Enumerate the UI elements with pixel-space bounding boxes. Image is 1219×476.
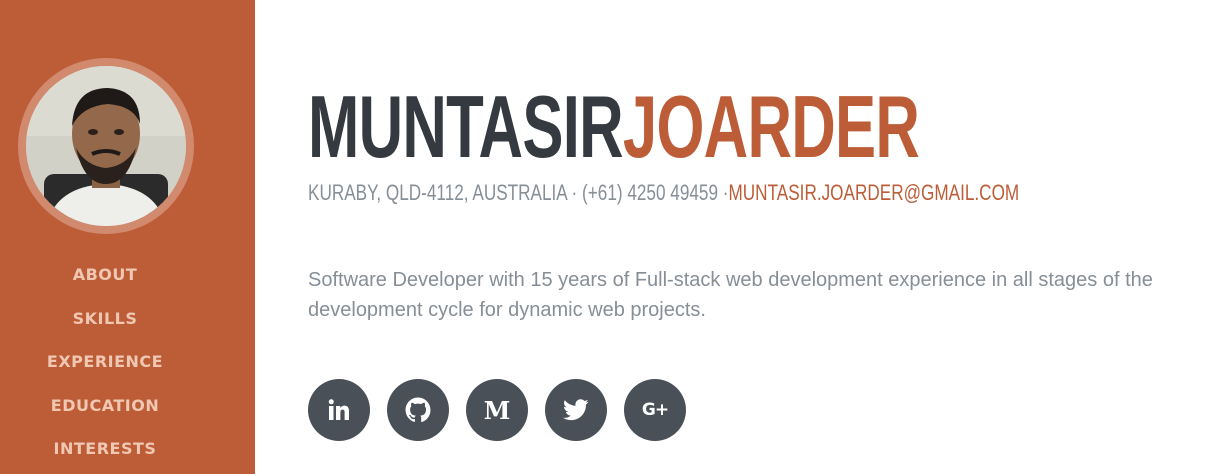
nav-link-skills[interactable]: SKILLS <box>73 309 138 328</box>
twitter-icon <box>563 399 589 421</box>
nav-link-about[interactable]: ABOUT <box>73 265 138 284</box>
last-name: JOARDER <box>622 77 920 176</box>
avatar <box>26 66 186 226</box>
avatar-ring <box>18 58 194 234</box>
nav-link-education[interactable]: EDUCATION <box>51 396 159 415</box>
sidebar: ABOUT SKILLS EXPERIENCE EDUCATION INTERE… <box>0 0 255 474</box>
nav-item-interests: INTERESTS <box>0 432 210 476</box>
first-name: MUNTASIR <box>308 77 624 176</box>
page-title: MUNTASIRJOARDER <box>308 77 920 176</box>
medium-icon: M <box>483 395 511 425</box>
nav-item-experience: EXPERIENCE <box>0 345 210 389</box>
nav-link-experience[interactable]: EXPERIENCE <box>47 352 163 371</box>
profile-photo <box>26 66 186 226</box>
github-icon <box>405 397 431 423</box>
sidebar-nav: ABOUT SKILLS EXPERIENCE EDUCATION INTERE… <box>0 258 210 476</box>
linkedin-icon <box>327 398 351 422</box>
contact-address-phone: KURABY, QLD-4112, AUSTRALIA · (+61) 4250… <box>308 180 729 205</box>
nav-link-interests[interactable]: INTERESTS <box>54 439 157 458</box>
nav-item-about: ABOUT <box>0 258 210 302</box>
medium-button[interactable]: M <box>466 379 528 441</box>
google-plus-icon: G+ <box>641 400 669 420</box>
linkedin-button[interactable] <box>308 379 370 441</box>
social-icons: M G+ <box>308 379 686 441</box>
github-button[interactable] <box>387 379 449 441</box>
nav-item-skills: SKILLS <box>0 302 210 346</box>
nav-item-education: EDUCATION <box>0 389 210 433</box>
email-link[interactable]: MUNTASIR.JOARDER@GMAIL.COM <box>728 180 1019 205</box>
twitter-button[interactable] <box>545 379 607 441</box>
google-plus-button[interactable]: G+ <box>624 379 686 441</box>
contact-line: KURABY, QLD-4112, AUSTRALIA · (+61) 4250… <box>308 178 1019 208</box>
summary-text: Software Developer with 15 years of Full… <box>308 269 1153 321</box>
